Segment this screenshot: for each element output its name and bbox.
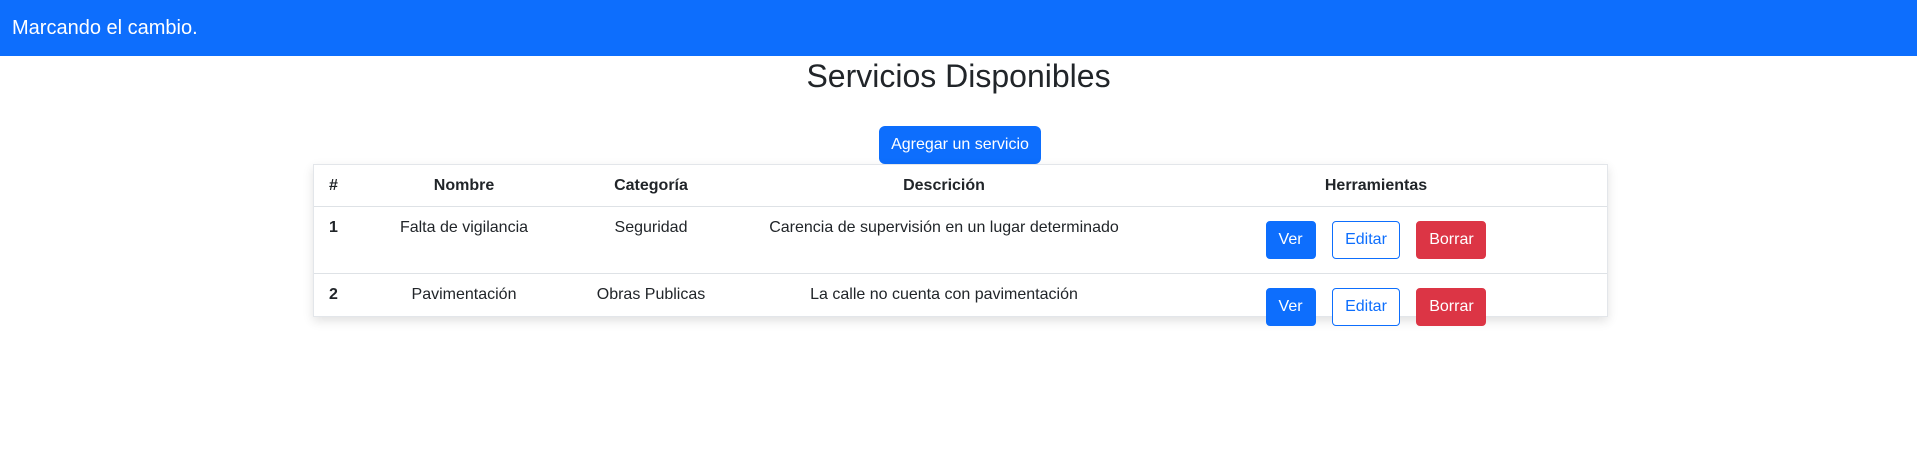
add-service-button[interactable]: Agregar un servicio [879,126,1041,164]
row-number: 2 [329,286,338,303]
navbar-brand[interactable]: Marcando el cambio. [12,17,198,40]
header-herramientas: Herramientas [1145,165,1607,207]
header-nombre: Nombre [369,165,559,207]
row-nombre: Pavimentación [411,286,517,303]
table-row: 1 Falta de vigilancia Seguridad Carencia… [314,206,1607,274]
row-categoria: Seguridad [559,206,743,274]
view-button[interactable]: Ver [1265,288,1316,326]
row-tools: Ver Editar Borrar [1145,274,1607,341]
view-button[interactable]: Ver [1265,221,1316,259]
table-row: 2 Pavimentación Obras Publicas La calle … [314,274,1607,341]
header-number: # [314,165,369,207]
edit-button[interactable]: Editar [1332,288,1400,326]
row-descripcion: La calle no cuenta con pavimentación [810,286,1078,303]
table-header-row: # Nombre Categoría Descrición Herramient… [314,165,1607,207]
row-descripcion: Carencia de supervisión en un lugar dete… [743,206,1145,274]
header-descripcion: Descrición [743,165,1145,207]
navbar: Marcando el cambio. [0,0,1917,56]
edit-button[interactable]: Editar [1332,221,1400,259]
header-categoria: Categoría [559,165,743,207]
row-tools: Ver Editar Borrar [1145,206,1607,274]
services-table-card: # Nombre Categoría Descrición Herramient… [313,164,1608,326]
row-nombre: Falta de vigilancia [369,206,559,274]
row-number: 1 [314,206,369,274]
page-title: Servicios Disponibles [806,58,1111,94]
services-table: # Nombre Categoría Descrición Herramient… [314,165,1607,340]
row-categoria: Obras Publicas [596,286,706,303]
delete-button[interactable]: Borrar [1416,221,1487,259]
delete-button[interactable]: Borrar [1416,288,1487,326]
